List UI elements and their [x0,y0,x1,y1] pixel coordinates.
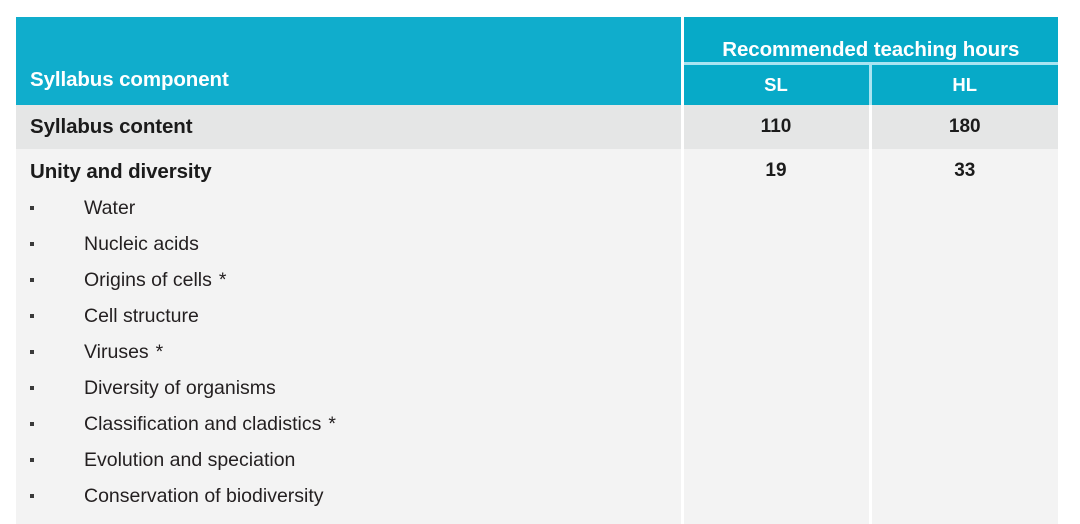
header-sl: SL [682,63,872,105]
topic-list-item: Viruses * [16,334,681,370]
topic-list-item: Origins of cells * [16,262,681,298]
hl-only-asterisk-marker: * [155,341,164,363]
row-value-syllabus-content-sl: 110 [680,105,870,149]
topic-list-item: Diversity of organisms [16,370,681,406]
row-label-syllabus-content: Syllabus content [16,105,682,149]
bullet-point-icon [30,350,34,354]
table-row-syllabus-content: Syllabus content 110 180 [16,105,1059,149]
bullet-point-icon [30,278,34,282]
header-hl: HL [870,63,1059,105]
topic-label: Origins of cells [84,269,212,291]
header-recommended-teaching-hours: Recommended teaching hours [682,17,1059,65]
topic-label: Classification and cladistics [84,413,322,435]
bullet-point-icon [30,242,34,246]
topic-list: Water Nucleic acids Origins of cells * Cell … [16,190,681,524]
topic-label: Cell structure [84,305,199,327]
topic-list-cell: Water Nucleic acids Origins of cells * Cell … [16,190,682,524]
table-body: Syllabus content 110 180 Unity and diver… [16,105,1059,524]
topic-list-hl-spacer [868,190,1059,524]
syllabus-table: Syllabus component Recommended teaching … [16,17,1059,524]
header-syllabus-component: Syllabus component [16,17,684,105]
hl-only-asterisk-marker: * [218,269,227,291]
topic-list-sl-spacer [680,190,870,524]
bullet-point-icon [30,494,34,498]
bullet-point-icon [30,206,34,210]
table-row-unity-topics: Water Nucleic acids Origins of cells * Cell … [16,190,1059,524]
table-row-unity-and-diversity: Unity and diversity 19 33 [16,149,1059,190]
topic-list-item: Water [16,190,681,226]
hl-only-asterisk-marker: * [328,413,336,435]
topic-list-item: Cell structure [16,298,681,334]
row-label-unity-and-diversity: Unity and diversity [16,149,682,190]
topic-label: Evolution and speciation [84,449,296,471]
topic-label: Viruses [84,341,149,363]
topic-label: Conservation of biodiversity [84,485,324,507]
topic-list-item: Nucleic acids [16,226,681,262]
row-value-unity-and-diversity-sl: 19 [680,149,870,190]
bullet-point-icon [30,386,34,390]
topic-label: Diversity of organisms [84,377,276,399]
topic-list-item: Conservation of biodiversity [16,478,681,514]
topic-label: Nucleic acids [84,233,199,255]
bullet-point-icon [30,422,34,426]
topic-list-item: Classification and cladistics * [16,406,681,442]
row-value-unity-and-diversity-hl: 33 [868,149,1059,190]
syllabus-table-container: Syllabus component Recommended teaching … [16,17,1059,524]
header-row-group: Syllabus component Recommended teaching … [16,17,1059,105]
topic-list-item: Evolution and speciation [16,442,681,478]
row-value-syllabus-content-hl: 180 [868,105,1059,149]
bullet-point-icon [30,314,34,318]
table-header: Syllabus component Recommended teaching … [16,17,1059,105]
topic-label: Water [84,197,136,219]
bullet-point-icon [30,458,34,462]
